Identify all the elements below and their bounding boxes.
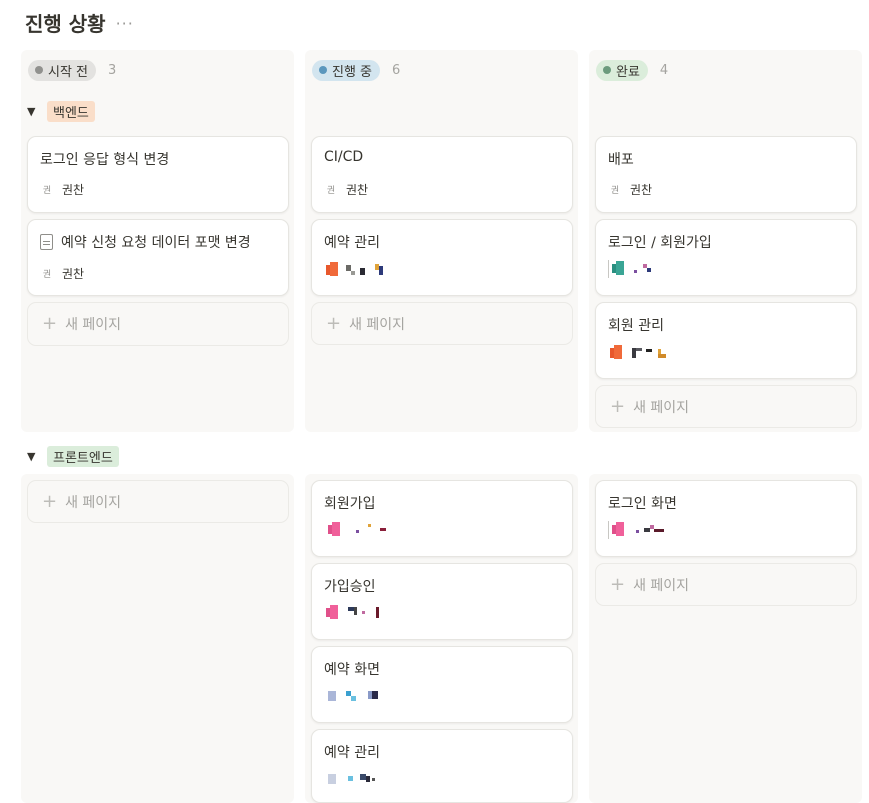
card[interactable]: 회원가입 (311, 480, 573, 557)
card[interactable]: 예약 신청 요청 데이터 포맷 변경 권 권찬 (27, 219, 289, 296)
card[interactable]: 로그인 응답 형식 변경 권 권찬 (27, 136, 289, 213)
column-header-done[interactable]: 완료 4 (596, 58, 668, 82)
new-page-button[interactable]: + 새 페이지 (27, 302, 289, 346)
card-title: 예약 관리 (324, 745, 380, 761)
group-header-frontend[interactable]: ▼ 프론트엔드 (27, 446, 119, 467)
assignee-avatars (608, 521, 728, 539)
assignee-avatars (324, 771, 444, 787)
group-tag: 프론트엔드 (47, 446, 119, 467)
card[interactable]: CI/CD 권 권찬 (311, 136, 573, 213)
card[interactable]: 예약 관리 (311, 729, 573, 803)
card[interactable]: 예약 관리 (311, 219, 573, 296)
card[interactable]: 로그인 / 회원가입 (595, 219, 857, 296)
new-page-button[interactable]: + 새 페이지 (311, 302, 573, 345)
assignee: 권 권찬 (324, 181, 368, 198)
assignee-avatars (324, 605, 444, 621)
card[interactable]: 배포 권 권찬 (595, 136, 857, 213)
avatar: 권 (42, 270, 52, 280)
status-pill-doing: 진행 중 (312, 59, 381, 81)
group-tag: 백엔드 (47, 101, 95, 122)
card-title: 예약 화면 (324, 662, 380, 678)
assignee-name: 권찬 (630, 183, 653, 197)
status-pill-todo: 시작 전 (28, 59, 97, 81)
card[interactable]: 가입승인 (311, 563, 573, 640)
status-dot-icon (35, 66, 43, 74)
column-count: 6 (392, 62, 401, 78)
assignee-name: 권찬 (62, 183, 85, 197)
new-page-label: 새 페이지 (65, 317, 122, 333)
status-pill-done: 완료 (596, 59, 648, 81)
status-label: 시작 전 (48, 64, 89, 80)
status-dot-icon (603, 66, 611, 74)
card[interactable]: 로그인 화면 (595, 480, 857, 557)
page-title: 진행 상황 (25, 12, 106, 36)
assignee-name: 권찬 (62, 267, 85, 281)
column-count: 3 (108, 62, 117, 78)
assignee: 권 권찬 (40, 265, 84, 282)
assignee-avatars (324, 688, 444, 704)
card-title: 가입승인 (324, 579, 376, 595)
caret-down-icon[interactable]: ▼ (27, 105, 37, 118)
more-options-icon[interactable]: ··· (116, 14, 134, 33)
assignee-avatars (324, 262, 444, 278)
card-title: 로그인 응답 형식 변경 (40, 152, 170, 168)
assignee-avatars (608, 260, 728, 278)
card-title: 예약 관리 (324, 235, 380, 251)
plus-icon: + (610, 395, 626, 417)
new-page-label: 새 페이지 (633, 399, 690, 416)
caret-down-icon[interactable]: ▼ (27, 450, 37, 463)
plus-icon: + (326, 312, 342, 334)
plus-icon: + (42, 490, 58, 512)
avatar: 권 (326, 186, 336, 196)
new-page-button[interactable]: + 새 페이지 (595, 385, 857, 428)
assignee: 권 권찬 (608, 181, 652, 198)
card-title: 회원가입 (324, 496, 376, 512)
assignee: 권 권찬 (40, 181, 84, 198)
avatar: 권 (42, 186, 52, 196)
new-page-button[interactable]: + 새 페이지 (27, 480, 289, 523)
column-header-todo[interactable]: 시작 전 3 (28, 58, 116, 82)
assignee-name: 권찬 (346, 183, 369, 197)
column-todo-frontend-bg (21, 474, 294, 803)
card-title: 회원 관리 (608, 318, 664, 334)
new-page-label: 새 페이지 (633, 577, 690, 594)
assignee-avatars (608, 345, 728, 361)
assignee-avatars (324, 522, 444, 538)
card[interactable]: 예약 화면 (311, 646, 573, 723)
card-title: CI/CD (324, 149, 364, 165)
card-title: 예약 신청 요청 데이터 포맷 변경 (40, 232, 251, 252)
status-dot-icon (319, 66, 327, 74)
avatar: 권 (610, 186, 620, 196)
card-title: 로그인 / 회원가입 (608, 235, 712, 251)
status-label: 진행 중 (332, 64, 373, 80)
page-header: 진행 상황 ··· (25, 8, 134, 37)
column-count: 4 (659, 62, 669, 78)
card-title: 로그인 화면 (608, 496, 677, 512)
plus-icon: + (610, 573, 626, 595)
card[interactable]: 회원 관리 (595, 302, 857, 379)
status-label: 완료 (616, 64, 640, 80)
plus-icon: + (42, 313, 58, 334)
document-icon (40, 234, 53, 250)
new-page-label: 새 페이지 (65, 494, 122, 511)
new-page-label: 새 페이지 (349, 316, 406, 333)
group-header-backend[interactable]: ▼ 백엔드 (27, 101, 95, 122)
column-header-doing[interactable]: 진행 중 6 (312, 58, 400, 82)
card-title: 배포 (608, 152, 634, 168)
new-page-button[interactable]: + 새 페이지 (595, 563, 857, 606)
